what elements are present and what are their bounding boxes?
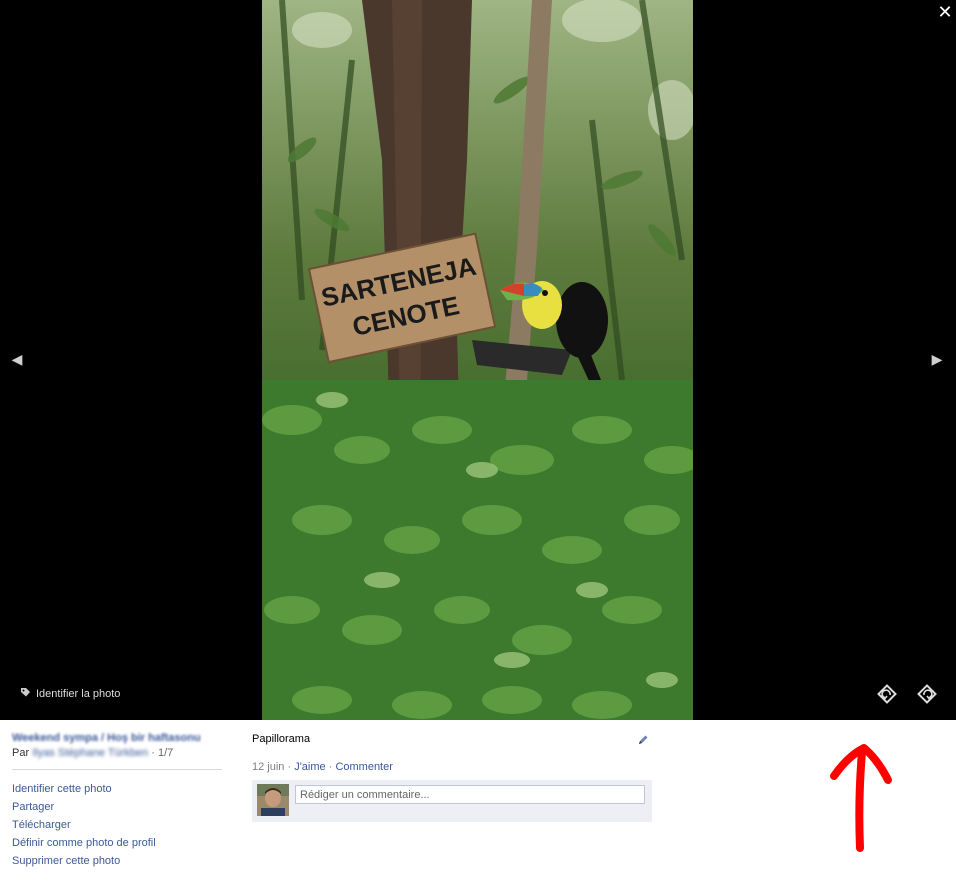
by-prefix: Par [12, 747, 30, 759]
photo-count: · 1/7 [148, 747, 174, 759]
photo-caption: Papillorama [252, 733, 311, 745]
pencil-icon[interactable] [637, 734, 649, 746]
post-date: 12 juin [252, 761, 285, 773]
photo[interactable]: SARTENEJA CENOTE [262, 0, 693, 720]
next-photo-icon[interactable]: ▶ [927, 348, 947, 370]
tag-photo-label: Identifier la photo [36, 688, 121, 700]
avatar [257, 784, 289, 816]
comment-link[interactable]: Commenter [335, 761, 392, 773]
red-arrow-annotation [830, 744, 892, 852]
make-profile-picture-link[interactable]: Définir comme photo de profil [12, 834, 224, 852]
tag-icon [21, 688, 30, 697]
tag-photo-button[interactable]: Identifier la photo [20, 687, 120, 701]
previous-photo-icon[interactable]: ◀ [7, 348, 27, 370]
byline: Par Ilyas Stéphane Türkben · 1/7 [12, 746, 224, 760]
comment-box [252, 780, 652, 822]
close-icon[interactable]: ✕ [935, 2, 955, 22]
photo-viewer-stage: SARTENEJA CENOTE ✕ ◀ ▶ Identifier la pho… [0, 0, 956, 720]
divider [12, 769, 222, 770]
rotate-left-icon[interactable] [876, 683, 898, 705]
tag-this-photo-link[interactable]: Identifier cette photo [12, 780, 224, 798]
album-title-link[interactable]: Weekend sympa / Hoş bir haftasonu [12, 732, 224, 745]
post-panel: Papillorama 12 juin · J'aime · Commenter [252, 732, 652, 822]
comment-input[interactable] [295, 785, 645, 804]
download-link[interactable]: Télécharger [12, 816, 224, 834]
author-link[interactable]: Ilyas Stéphane Türkben [32, 747, 148, 759]
photo-image: SARTENEJA CENOTE [262, 0, 693, 720]
like-link[interactable]: J'aime [294, 761, 325, 773]
delete-photo-link[interactable]: Supprimer cette photo [12, 852, 224, 870]
share-link[interactable]: Partager [12, 798, 224, 816]
rotate-right-icon[interactable] [916, 683, 938, 705]
post-meta: 12 juin · J'aime · Commenter [252, 761, 393, 773]
photo-info-sidebar: Weekend sympa / Hoş bir haftasonu Par Il… [12, 732, 224, 870]
